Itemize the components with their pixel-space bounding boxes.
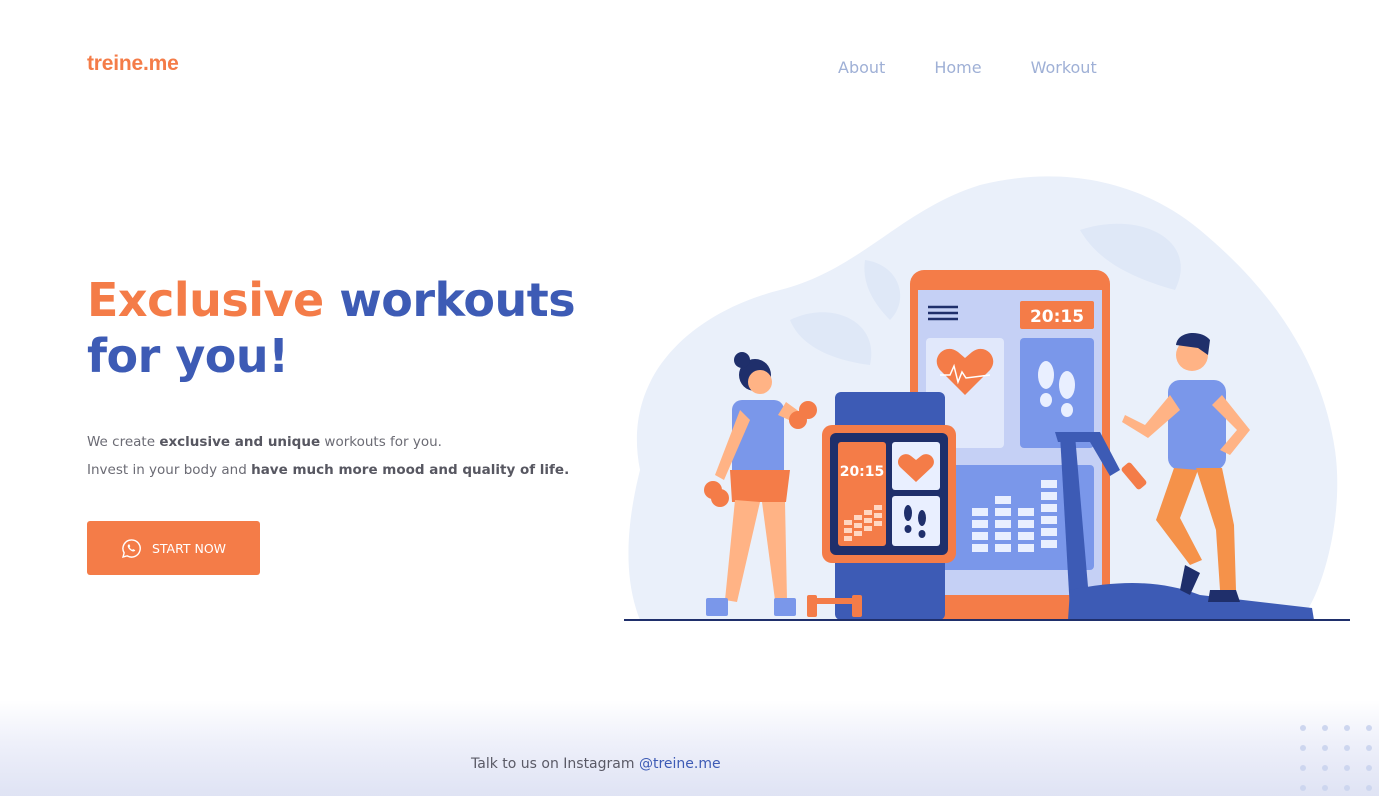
footer-contact-text: Talk to us on Instagram [471,756,639,772]
footer-contact: Talk to us on Instagram @treine.me [471,756,721,772]
start-now-button[interactable]: START NOW [87,521,260,575]
hero-description-line2: Invest in your body and have much more m… [87,456,569,484]
footprint-icon [1038,361,1054,389]
start-now-label: START NOW [151,540,227,556]
nav-workout[interactable]: Workout [1031,58,1097,77]
main-nav: About Home Workout [838,58,1146,77]
phone-time: 20:15 [1030,307,1084,327]
hero-title: Exclusive workouts for you! [87,272,576,384]
instagram-handle-link[interactable]: @treine.me [639,756,721,772]
logo[interactable]: treine.me [87,52,179,76]
workout-illustration: 20:15 20:15 [624,176,1350,621]
hero-title-rest: workouts [323,273,576,327]
desc-text: We create [87,434,160,450]
whatsapp-icon [121,538,141,558]
nav-about[interactable]: About [838,58,885,77]
decorative-dots [1300,725,1372,791]
watch-time: 20:15 [840,464,885,480]
hero-description: We create exclusive and unique workouts … [87,428,569,484]
hero-title-line2: for you! [87,329,289,383]
hero-description-line1: We create exclusive and unique workouts … [87,428,569,456]
desc-text: workouts for you. [320,434,442,450]
footsteps-card [1020,338,1094,448]
desc-text: Invest in your body and [87,462,252,478]
hero-title-accent: Exclusive [87,273,324,327]
desc-bold: exclusive and unique [159,434,321,450]
nav-home[interactable]: Home [934,58,981,77]
footer [0,700,1379,796]
desc-bold: have much more mood and quality of life. [251,462,570,478]
